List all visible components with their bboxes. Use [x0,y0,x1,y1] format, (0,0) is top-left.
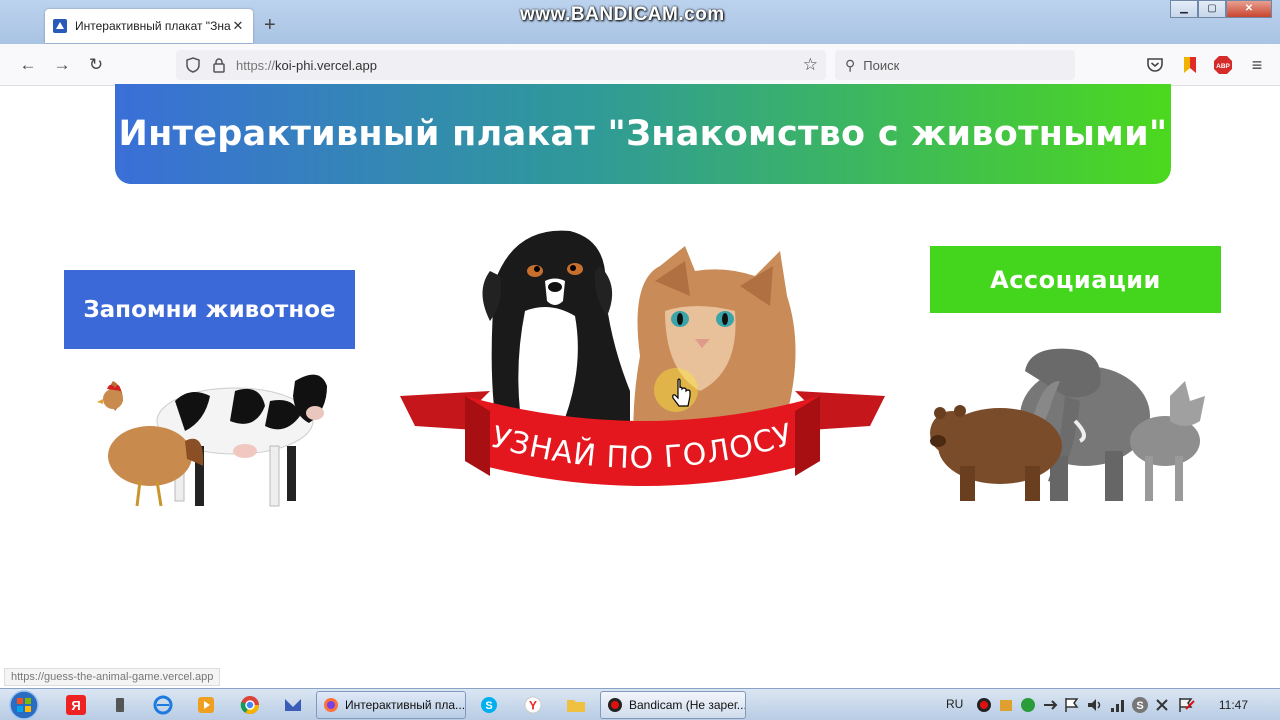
browser-tab[interactable]: Интерактивный плакат "Знакомство ✕ [45,9,253,43]
farm-animals-image[interactable] [95,361,335,516]
media-player-icon[interactable] [196,695,216,715]
bear-illustration [930,405,1062,501]
browser-titlebar: Интерактивный плакат "Знакомство ✕ + www… [0,0,1280,44]
yandex-browser-icon[interactable]: Y [523,695,543,715]
tray-app-icon[interactable] [996,695,1016,715]
svg-text:Я: Я [71,698,80,713]
clock[interactable]: 11:47 [1219,698,1248,712]
remember-animal-button[interactable]: Запомни животное [64,270,355,349]
internet-explorer-icon[interactable] [153,695,173,715]
window-controls: ▁ ▢ ✕ [1170,0,1272,18]
url-scheme: https:// [236,57,276,73]
bookmark-flag-icon[interactable] [1181,56,1199,74]
yandex-icon[interactable]: Я [66,695,86,715]
new-tab-button[interactable]: + [264,14,276,37]
url-text: https://koi-phi.vercel.app [236,58,377,73]
taskbar-task-label: Интерактивный пла... [345,698,466,712]
menu-hamburger-icon[interactable]: ≡ [1247,55,1267,75]
bandicam-watermark: www.BANDICAM.com [520,4,725,25]
skype-icon[interactable]: S [479,695,499,715]
svg-text:ABP: ABP [1216,63,1230,70]
associations-button[interactable]: Ассоциации [930,246,1221,313]
status-link-url: https://guess-the-animal-game.vercel.app [4,668,221,686]
bookmark-star-icon[interactable]: ☆ [803,55,818,75]
back-arrow-icon[interactable]: ← [18,55,38,75]
action-center-icon[interactable] [1176,695,1196,715]
app-icon[interactable] [110,695,130,715]
svg-text:S: S [485,700,492,712]
guess-by-voice-image[interactable]: УЗНАЙ ПО ГОЛОСУ [395,221,890,511]
tab-close-icon[interactable]: ✕ [231,18,245,34]
tab-title: Интерактивный плакат "Знакомство [75,19,231,33]
volume-icon[interactable] [1085,695,1105,715]
svg-text:Y: Y [529,699,537,713]
chrome-icon[interactable] [240,695,260,715]
adblock-plus-icon[interactable]: ABP [1214,56,1232,74]
window-close-button[interactable]: ✕ [1226,0,1272,18]
language-indicator[interactable]: RU [946,697,963,711]
tray-arrow-icon[interactable] [1040,695,1060,715]
wild-animals-image[interactable] [930,341,1210,511]
mail-icon[interactable] [283,695,303,715]
skype-tray-icon[interactable]: S [1130,695,1150,715]
taskbar: Я Интерактивный пла... S Y Bandicam (Не … [0,688,1280,720]
svg-text:S: S [1136,700,1143,712]
forward-arrow-icon[interactable]: → [52,55,72,75]
start-button[interactable] [4,689,44,720]
pocket-icon[interactable] [1146,56,1164,74]
search-icon: ⚲ [845,56,856,73]
firefox-icon [324,698,338,712]
maximize-button[interactable]: ▢ [1198,0,1226,18]
address-bar[interactable]: https://koi-phi.vercel.app ☆ [176,50,826,80]
reload-icon[interactable]: ↻ [86,55,106,75]
search-input[interactable]: ⚲ Поиск [835,50,1075,80]
page-favicon-icon [53,19,67,33]
tray-close-icon[interactable] [1152,695,1172,715]
tray-shield-icon[interactable] [1018,695,1038,715]
taskbar-task-label: Bandicam (Не зарег... [629,698,746,712]
page-content: Интерактивный плакат "Знакомство с живот… [0,84,1280,688]
page-title: Интерактивный плакат "Знакомство с живот… [118,114,1168,154]
tracking-shield-icon[interactable] [186,57,200,73]
title-banner: Интерактивный плакат "Знакомство с живот… [115,84,1171,184]
network-icon[interactable] [1108,695,1128,715]
navigation-bar: ← → ↻ https://koi-phi.vercel.app ☆ ⚲ Пои… [0,44,1280,86]
folder-icon[interactable] [566,695,586,715]
lock-icon[interactable] [212,57,226,73]
url-host: koi-phi.vercel.app [275,57,377,73]
search-placeholder: Поиск [863,57,900,73]
minimize-button[interactable]: ▁ [1170,0,1198,18]
bandicam-icon [608,698,622,712]
taskbar-task-bandicam[interactable]: Bandicam (Не зарег... [600,691,746,719]
record-icon[interactable] [974,695,994,715]
taskbar-task-firefox[interactable]: Интерактивный пла... [316,691,466,719]
hand-cursor-icon [654,368,698,412]
flag-icon[interactable] [1062,695,1082,715]
